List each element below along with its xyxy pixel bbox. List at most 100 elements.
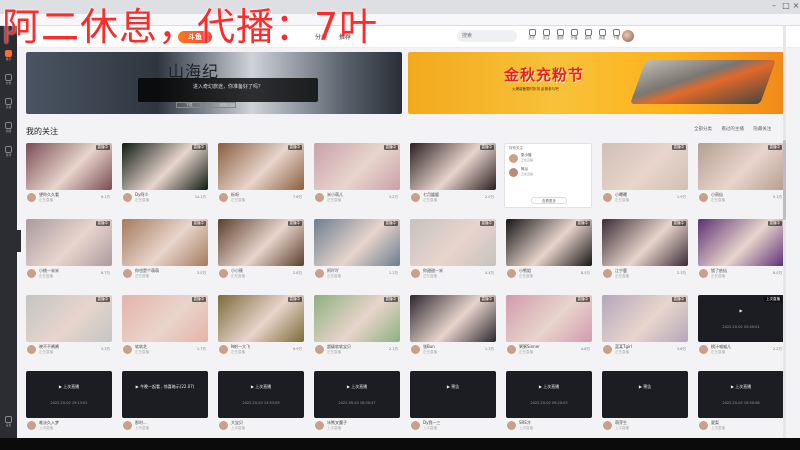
avatar[interactable]: [603, 269, 612, 278]
topnav-message-button[interactable]: 消息: [595, 29, 609, 45]
stream-thumbnail[interactable]: 直播中: [26, 219, 112, 266]
maximize-icon[interactable]: □: [782, 2, 790, 10]
stream-thumbnail[interactable]: 直播中: [122, 295, 208, 342]
stream-card[interactable]: 直播中 你也是个萌萌 正在直播 3.0万: [122, 219, 208, 284]
avatar[interactable]: [27, 345, 36, 354]
rail-item-video[interactable]: 视频: [2, 122, 15, 138]
stream-thumbnail[interactable]: 直播中: [314, 219, 400, 266]
stream-card[interactable]: 上次直播 2022-09-20 16:30:47 冰熊叉魔子上次直播: [314, 371, 400, 436]
stream-thumbnail[interactable]: 直播中: [410, 295, 496, 342]
stream-card[interactable]: 今晚一起看 , 惊喜暗示(22.07) 那时...上次直播: [122, 371, 208, 436]
stream-card[interactable]: 直播中 软软芝 正在直播 1.7万: [122, 295, 208, 360]
stream-card[interactable]: 直播中 粥粥Sinner 正在直播 4.8万: [506, 295, 592, 360]
stream-card[interactable]: 直播中 望你久久看 正在直播 9.1万: [26, 143, 112, 208]
stream-card[interactable]: 直播中 小雨仙 正在直播 5.1万: [698, 143, 784, 208]
stream-thumbnail[interactable]: 直播中: [602, 219, 688, 266]
avatar[interactable]: [603, 421, 612, 430]
stream-card[interactable]: 直播中 小桃一米米 正在直播 6.7万: [26, 219, 112, 284]
stream-thumbnail[interactable]: 直播中: [122, 143, 208, 190]
banner-ad-right[interactable]: 金秋充粉节 火爆装备限时折扣 赶紧参与吧: [408, 52, 784, 114]
avatar[interactable]: [699, 193, 708, 202]
stream-card[interactable]: 直播中 锁了依仙 正在直播 6.0万: [698, 219, 784, 284]
stream-card[interactable]: 预告 Dy我一三上次直播: [410, 371, 496, 436]
user-avatar[interactable]: [622, 30, 634, 42]
minimize-icon[interactable]: –: [770, 2, 778, 10]
filter-watched[interactable]: 看过的主播: [721, 127, 744, 132]
popup-row[interactable]: 阿瓜 正在直播: [509, 167, 587, 179]
filter-all-categories[interactable]: 全部分类: [694, 127, 712, 132]
stream-card[interactable]: 上次直播 2022-10-20 13:53:09 大宝贝上次直播: [218, 371, 304, 436]
scrollbar-track[interactable]: [783, 26, 786, 450]
topnav-live-button[interactable]: 开播: [567, 29, 581, 45]
avatar[interactable]: [411, 193, 420, 202]
stream-card[interactable]: 上次直播2022-10-02 02:40:01桃汁喵喵儿正在直播2.2万: [698, 295, 784, 360]
stream-thumbnail[interactable]: 上次直播 2022-10-02 19:13:01: [26, 371, 112, 418]
stream-thumbnail[interactable]: 直播中: [410, 143, 496, 190]
avatar[interactable]: [219, 269, 228, 278]
avatar[interactable]: [315, 193, 324, 202]
stream-thumbnail[interactable]: 上次直播 2022-10-02 09:20:03: [506, 371, 592, 418]
stream-card[interactable]: 直播中 栎呀 正在直播 7.6万: [218, 143, 304, 208]
avatar[interactable]: [411, 345, 420, 354]
topnav-video-button[interactable]: 视频: [553, 29, 567, 45]
avatar[interactable]: [315, 421, 324, 430]
topnav-game-button[interactable]: 游戏: [581, 29, 595, 45]
stream-card[interactable]: 直播中 你甜甜一米 正在直播 4.4万: [410, 219, 496, 284]
stream-thumbnail[interactable]: 预告: [602, 371, 688, 418]
scrollbar-thumb[interactable]: [783, 140, 786, 220]
stream-thumbnail[interactable]: 直播中: [410, 219, 496, 266]
popup-more-button[interactable]: 查看更多: [531, 197, 567, 204]
avatar[interactable]: [315, 269, 324, 278]
stream-thumbnail[interactable]: 直播中: [602, 143, 688, 190]
stream-card[interactable]: 直播中 N射一大飞 正在直播 9.9万: [218, 295, 304, 360]
stream-card[interactable]: 直播中 小曦曦 正在直播 1.9万: [602, 143, 688, 208]
stream-card[interactable]: 直播中 超级软软宝贝 正在直播 2.1万: [314, 295, 400, 360]
banner-ad-left[interactable]: 山海纪 进入奇幻旅途，你准备好了吗？ 下载 官网: [26, 52, 402, 114]
stream-card[interactable]: 上次直播 2022-10-02 09:20:03 SRE冷上次直播: [506, 371, 592, 436]
stream-thumbnail[interactable]: 直播中: [314, 143, 400, 190]
stream-thumbnail[interactable]: 直播中: [218, 295, 304, 342]
stream-card[interactable]: 上次直播 2022-10-02 19:13:01 唯淡久入梦上次直播: [26, 371, 112, 436]
avatar[interactable]: [219, 193, 228, 202]
stream-card[interactable]: 直播中 小熊姐 正在直播 8.5万: [506, 219, 592, 284]
avatar[interactable]: [123, 269, 132, 278]
banner-official-button[interactable]: 官网: [210, 102, 237, 108]
stream-thumbnail[interactable]: 直播中: [506, 295, 592, 342]
stream-thumbnail[interactable]: 上次直播 2022-10-05 19:50:08: [698, 371, 784, 418]
avatar[interactable]: [699, 345, 708, 354]
stream-thumbnail[interactable]: 直播中: [506, 219, 592, 266]
stream-card[interactable]: 直播中 米小萌儿 正在直播 3.2万: [314, 143, 400, 208]
rail-item-recommend[interactable]: 推荐: [2, 50, 15, 66]
stream-card[interactable]: 预告萌芽生上次直播: [602, 371, 688, 436]
avatar[interactable]: [27, 193, 36, 202]
rail-item-live[interactable]: 直播: [2, 98, 15, 114]
avatar[interactable]: [27, 421, 36, 430]
topnav-download-button[interactable]: 下载: [609, 29, 623, 45]
avatar[interactable]: [699, 421, 708, 430]
stream-card[interactable]: 直播中 张Bun 正在直播 1.3万: [410, 295, 496, 360]
stream-thumbnail[interactable]: 直播中: [698, 219, 784, 266]
stream-thumbnail[interactable]: 上次直播 2022-10-02 02:40:01: [698, 295, 784, 342]
stream-card[interactable]: 直播中 小小筱 正在直播 2.8万: [218, 219, 304, 284]
avatar[interactable]: [507, 421, 516, 430]
stream-card[interactable]: 直播中 阿吖吖 正在直播 1.2万: [314, 219, 400, 284]
avatar[interactable]: [123, 193, 132, 202]
avatar[interactable]: [123, 345, 132, 354]
topnav-history-button[interactable]: 历史: [525, 29, 539, 45]
avatar[interactable]: [315, 345, 324, 354]
stream-thumbnail[interactable]: 直播中: [602, 295, 688, 342]
stream-card[interactable]: 直播中 Dy阿少 正在直播 14.1万: [122, 143, 208, 208]
stream-thumbnail[interactable]: 直播中: [26, 295, 112, 342]
stream-card[interactable]: 直播中 江宁鹿 正在直播 2.3万: [602, 219, 688, 284]
rail-item-category[interactable]: 分类: [2, 74, 15, 90]
avatar[interactable]: [507, 345, 516, 354]
stream-thumbnail[interactable]: 直播中: [218, 143, 304, 190]
avatar[interactable]: [219, 345, 228, 354]
rail-item-game[interactable]: 游戏: [2, 146, 15, 162]
avatar[interactable]: [411, 269, 420, 278]
avatar[interactable]: [27, 269, 36, 278]
popup-row[interactable]: 张小猫 正在直播: [509, 153, 587, 165]
stream-thumbnail[interactable]: 直播中: [698, 143, 784, 190]
avatar[interactable]: [123, 421, 132, 430]
stream-card[interactable]: 直播中 晓不不酱酱 正在直播 3.3万: [26, 295, 112, 360]
